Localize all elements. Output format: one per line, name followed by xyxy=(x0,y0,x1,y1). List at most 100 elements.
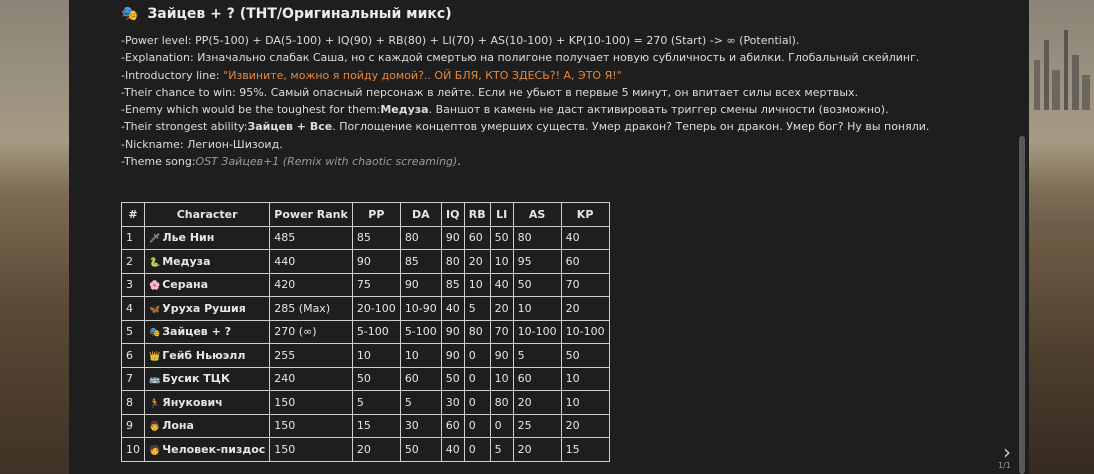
table-row: 1 🗡 Лье Нин 485 85 80 90 60 50 80 40 xyxy=(121,225,610,250)
cell-rb: 0 xyxy=(463,343,491,368)
win-chance-line: -Their chance to win: 95%. Самый опасный… xyxy=(121,85,859,99)
scrollbar-thumb[interactable] xyxy=(1019,136,1025,474)
cell-character: 🧑 Человек-пиздос xyxy=(143,437,271,462)
cell-li: 70 xyxy=(489,319,514,344)
cell-kp: 10-100 xyxy=(560,319,610,344)
character-emoji-icon: 🌸 xyxy=(149,281,161,292)
cell-da: 5-100 xyxy=(399,319,442,344)
cell-kp: 40 xyxy=(560,225,610,250)
background-landscape-left xyxy=(0,200,70,474)
cell-iq: 90 xyxy=(440,343,465,368)
cell-rank: 485 xyxy=(269,225,353,250)
character-name: Янукович xyxy=(162,395,223,409)
table-header-row: # Character Power Rank PP DA IQ RB LI AS… xyxy=(121,202,610,227)
col-header-character: Character xyxy=(143,202,271,227)
cell-kp: 15 xyxy=(560,437,610,462)
ability-label: -Their strongest ability: xyxy=(121,120,248,134)
enemy-rest: . Ваншот в камень не даст активировать т… xyxy=(428,103,889,117)
cell-rb: 10 xyxy=(463,272,491,297)
cell-n: 6 xyxy=(121,343,145,368)
cell-li: 10 xyxy=(489,366,514,391)
cell-as: 10 xyxy=(512,296,562,321)
cell-li: 80 xyxy=(489,390,514,415)
cell-rb: 0 xyxy=(463,390,491,415)
cell-li: 20 xyxy=(489,296,514,321)
cell-as: 5 xyxy=(512,343,562,368)
col-header-as: AS xyxy=(512,202,562,227)
intro-label: -Introductory line: xyxy=(121,68,224,82)
cell-kp: 10 xyxy=(560,366,610,391)
col-header-number: # xyxy=(121,202,145,227)
cell-li: 40 xyxy=(489,272,514,297)
character-emoji-icon: 🐍 xyxy=(149,257,161,268)
background-city-silhouette xyxy=(1034,30,1090,110)
chat-message-panel: 🎭 Зайцев + ? (ТНТ/Оригинальный микс) -Po… xyxy=(69,0,1029,474)
cell-as: 20 xyxy=(512,437,562,462)
table-row: 5 🎭 Зайцев + ? 270 (∞) 5-100 5-100 90 80 70 10-10… xyxy=(121,319,610,344)
cell-character: 🐍 Медуза xyxy=(143,249,271,274)
cell-character: 🦋 Уруха Рушия xyxy=(143,296,271,321)
enemy-name: Медуза xyxy=(380,103,429,117)
cell-n: 7 xyxy=(121,366,145,391)
col-header-rb: RB xyxy=(463,202,491,227)
table-body: 1 🗡 Лье Нин 485 85 80 90 60 50 80 40 2 🐍 Медуза 440 90 8… xyxy=(121,225,610,462)
cell-iq: 90 xyxy=(440,225,465,250)
table-row: 8 🏃 Янукович 150 5 5 30 0 80 20 10 xyxy=(121,390,610,415)
cell-as: 25 xyxy=(512,413,562,438)
character-emoji-icon: 👑 xyxy=(149,351,161,362)
cell-character: 🚌 Бусик ТЦК xyxy=(143,366,271,391)
intro-line: -Introductory line: "Извините, можно я п… xyxy=(121,67,1011,84)
cell-rb: 5 xyxy=(463,296,491,321)
table-row: 10 🧑 Человек-пиздос 150 20 50 40 0 5 20 15 xyxy=(121,437,610,462)
table-row: 3 🌸 Серана 420 75 90 85 10 40 50 70 xyxy=(121,272,610,297)
cell-n: 8 xyxy=(121,390,145,415)
character-emoji-icon: 🚌 xyxy=(149,375,161,386)
table-row: 6 👑 Гейб Ньюэлл 255 10 10 90 0 90 5 50 xyxy=(121,343,610,368)
enemy-label: -Enemy which would be the toughest for t… xyxy=(121,103,381,117)
cell-pp: 20 xyxy=(351,437,401,462)
character-name: Серана xyxy=(162,278,209,292)
cell-as: 50 xyxy=(512,272,562,297)
cell-rank: 240 xyxy=(269,366,353,391)
cell-rb: 0 xyxy=(463,413,491,438)
cell-as: 80 xyxy=(512,225,562,250)
cell-kp: 70 xyxy=(560,272,610,297)
cell-da: 90 xyxy=(399,272,442,297)
cell-character: 🗡 Лье Нин xyxy=(143,225,271,250)
character-emoji-icon: 🦋 xyxy=(149,304,161,315)
cell-kp: 20 xyxy=(560,296,610,321)
character-emoji-icon: 🧑 xyxy=(149,445,161,456)
cell-n: 3 xyxy=(121,272,145,297)
table-row: 9 👨 Лона 150 15 30 60 0 0 25 20 xyxy=(121,413,610,438)
theme-song-line: -Theme song:OST Зайцев+1 (Remix with cha… xyxy=(121,153,1011,170)
cell-rank: 270 (∞) xyxy=(269,319,353,344)
col-header-da: DA xyxy=(399,202,442,227)
ability-rest: . Поглощение концептов умерших существ. … xyxy=(332,120,930,134)
nickname-line: -Nickname: Легион-Шизоид. xyxy=(121,137,283,151)
character-name: Человек-пиздос xyxy=(162,442,266,456)
table-row: 2 🐍 Медуза 440 90 85 80 20 10 95 60 xyxy=(121,249,610,274)
cell-kp: 10 xyxy=(560,390,610,415)
cell-rb: 80 xyxy=(463,319,491,344)
scrollbar[interactable] xyxy=(1016,0,1029,474)
character-emoji-icon: 👨 xyxy=(149,422,161,433)
col-header-iq: IQ xyxy=(440,202,465,227)
cell-li: 90 xyxy=(489,343,514,368)
character-name: Бусик ТЦК xyxy=(162,372,230,386)
cell-pp: 90 xyxy=(351,249,401,274)
cell-rb: 0 xyxy=(463,437,491,462)
cell-da: 80 xyxy=(399,225,442,250)
cell-iq: 80 xyxy=(440,249,465,274)
character-name: Лона xyxy=(162,419,194,433)
cell-da: 50 xyxy=(399,437,442,462)
table-row: 4 🦋 Уруха Рушия 285 (Max) 20-100 10-90 40 5 20 10… xyxy=(121,296,610,321)
cell-pp: 10 xyxy=(351,343,401,368)
cell-iq: 50 xyxy=(440,366,465,391)
cell-n: 5 xyxy=(121,319,145,344)
ability-name: Зайцев + Все xyxy=(247,120,333,134)
cell-da: 10-90 xyxy=(399,296,442,321)
cell-iq: 30 xyxy=(440,390,465,415)
character-description: -Power level: PP(5-100) + DA(5-100) + IQ… xyxy=(121,32,1011,170)
character-emoji-icon: 🏃 xyxy=(149,398,161,409)
cell-n: 9 xyxy=(121,413,145,438)
